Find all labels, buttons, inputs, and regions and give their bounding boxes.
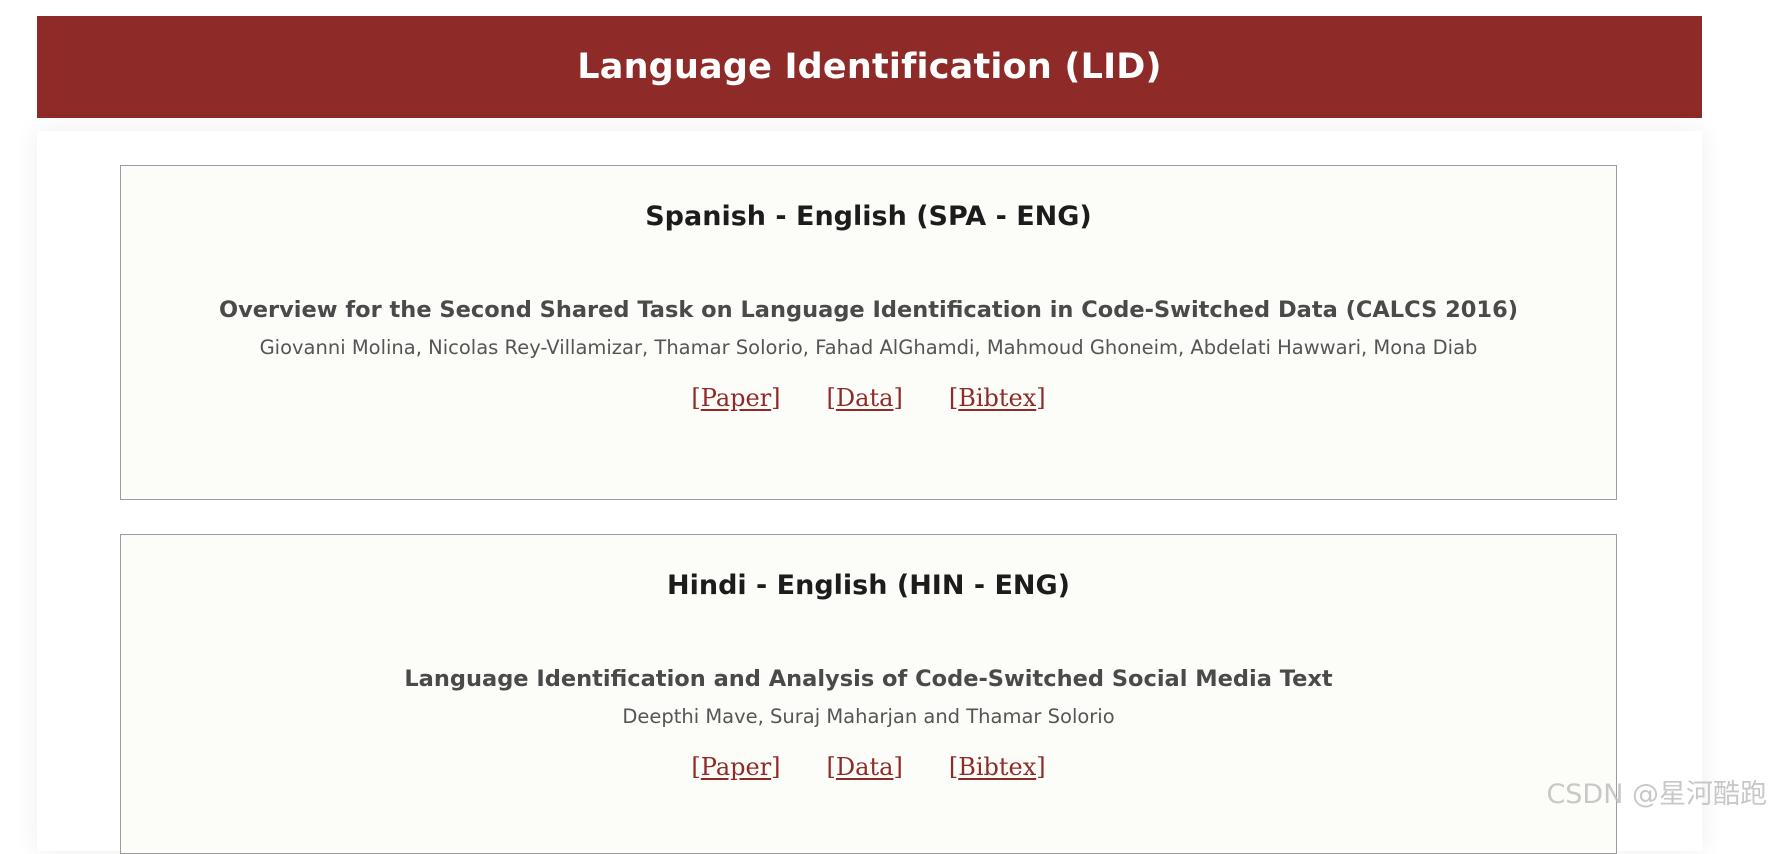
page-title: Language Identification (LID) [577,47,1162,87]
paper-authors: Deepthi Mave, Suraj Maharjan and Thamar … [622,705,1115,728]
data-link-label: Data [835,384,894,412]
data-link[interactable]: [Data] [827,753,903,781]
paper-link[interactable]: [Paper] [691,753,780,781]
paper-link-label: Paper [700,384,772,412]
paper-title: Overview for the Second Shared Task on L… [218,297,1519,323]
resource-links: [Paper] [Data] [Bibtex] [121,753,1616,781]
paper-authors: Giovanni Molina, Nicolas Rey-Villamizar,… [259,336,1478,359]
bibtex-link[interactable]: [Bibtex] [949,384,1046,412]
bibtex-link-label: Bibtex [958,753,1037,781]
resource-links: [Paper] [Data] [Bibtex] [121,384,1616,412]
data-link-label: Data [835,753,894,781]
paper-link[interactable]: [Paper] [691,384,780,412]
language-pair-title: Hindi - English (HIN - ENG) [667,570,1070,601]
data-link[interactable]: [Data] [827,384,903,412]
dataset-card-spa-eng: Spanish - English (SPA - ENG) Overview f… [120,165,1617,500]
language-pair-title: Spanish - English (SPA - ENG) [645,201,1092,232]
bibtex-link-label: Bibtex [958,384,1037,412]
paper-link-label: Paper [700,753,772,781]
paper-title: Language Identification and Analysis of … [404,666,1333,692]
bibtex-link[interactable]: [Bibtex] [949,753,1046,781]
page-header: Language Identification (LID) [37,16,1702,118]
dataset-card-hin-eng: Hindi - English (HIN - ENG) Language Ide… [120,534,1617,854]
watermark: CSDN @星河酷跑 [1546,779,1767,810]
